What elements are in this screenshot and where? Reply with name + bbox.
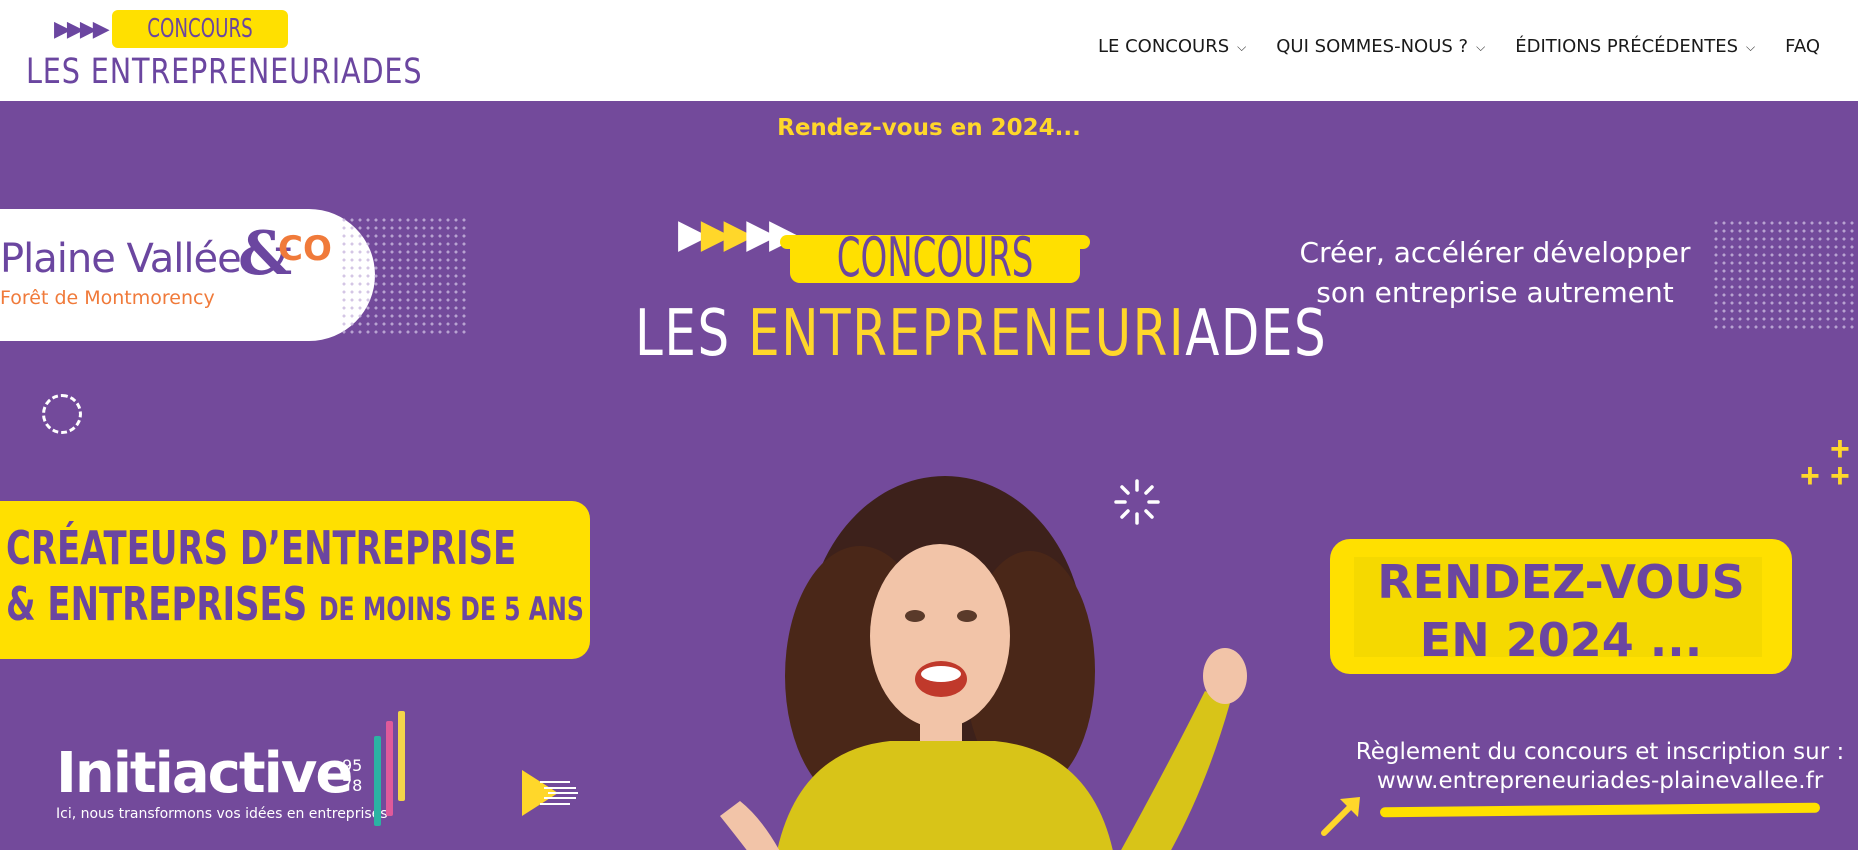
creators-line-2: & ENTREPRISES DE MOINS DE 5 ANS — [6, 577, 584, 631]
hero-tagline: Créer, accélérer développer son entrepri… — [1280, 233, 1710, 313]
rendez-vous-line: EN 2024 ... — [1419, 613, 1703, 667]
site-logo[interactable]: ▶▶▶▶ CONCOURS LES ENTREPRENEURIADES — [26, 8, 423, 94]
initiactive-tagline: Ici, nous transformons vos idées en entr… — [56, 806, 388, 822]
main-nav: LE CONCOURS ⌵ QUI SOMMES-NOUS ? ⌵ ÉDITIO… — [1098, 36, 1820, 57]
hero-logo-name-part: ENTREPRENEURI — [748, 297, 1186, 371]
rendez-vous-line: RENDEZ-VOUS — [1377, 555, 1745, 609]
registration-line: Règlement du concours et inscription sur… — [1355, 739, 1845, 765]
announcement-text: Rendez-vous en 2024... — [777, 115, 1081, 141]
nav-label: FAQ — [1785, 36, 1820, 57]
hero-logo-name-part: LES — [635, 297, 749, 371]
rendez-vous-text: RENDEZ-VOUS EN 2024 ... — [1330, 553, 1792, 669]
arrow-up-right-icon — [1321, 797, 1360, 836]
nav-item-qui-sommes-nous[interactable]: QUI SOMMES-NOUS ? ⌵ — [1276, 36, 1485, 57]
initiactive-number: 78 — [342, 776, 363, 795]
hero-logo-concours: CONCOURS — [836, 226, 1034, 289]
dashed-circle-decoration — [42, 394, 82, 434]
dot-pattern-decoration — [1712, 219, 1858, 329]
registration-text: Règlement du concours et inscription sur… — [1340, 738, 1858, 796]
logo-name-text: LES ENTREPRENEURIADES — [26, 52, 423, 92]
woman-photo — [720, 476, 1247, 850]
plus-icon: + — [1830, 457, 1850, 495]
chevron-down-icon: ⌵ — [1746, 40, 1756, 54]
nav-item-faq[interactable]: FAQ — [1785, 36, 1820, 57]
nav-item-le-concours[interactable]: LE CONCOURS ⌵ — [1098, 36, 1246, 57]
chevron-down-icon: ⌵ — [1476, 40, 1486, 54]
plaine-vallee-co: CO — [278, 229, 332, 269]
play-arrow-icon — [522, 770, 578, 816]
nav-label: QUI SOMMES-NOUS ? — [1276, 36, 1469, 57]
creators-line-1: CRÉATEURS D’ENTREPRISE — [6, 521, 517, 575]
tagline-line: son entreprise autrement — [1316, 276, 1674, 309]
logo-arrows-icon: ▶▶▶▶▶ — [678, 212, 800, 256]
hero-logo-name: LES ENTREPRENEURIADES — [635, 297, 1326, 371]
color-bar-decoration — [398, 711, 405, 801]
color-bar-decoration — [386, 721, 393, 816]
plus-icon: + — [1800, 457, 1820, 495]
initiactive-numbers: 95 78 — [342, 756, 362, 796]
initiactive-logo-text: Initiactive — [56, 741, 353, 806]
registration-url[interactable]: www.entrepreneuriades-plainevallee.fr — [1340, 767, 1858, 796]
chevron-down-icon: ⌵ — [1237, 40, 1247, 54]
highlight-underline — [1379, 802, 1821, 818]
nav-item-editions-precedentes[interactable]: ÉDITIONS PRÉCÉDENTES ⌵ — [1515, 36, 1755, 57]
creators-line-2-big: & ENTREPRISES — [6, 577, 319, 631]
site-header: ▶▶▶▶ CONCOURS LES ENTREPRENEURIADES LE C… — [0, 0, 1858, 101]
logo-arrows-icon: ▶▶▶▶ — [54, 16, 110, 41]
plaine-vallee-subtitle: Forêt de Montmorency — [0, 287, 215, 309]
logo-concours-text: CONCOURS — [147, 14, 253, 44]
plaine-vallee-title: Plaine Vallée — [0, 236, 242, 282]
nav-label: LE CONCOURS — [1097, 36, 1230, 57]
dot-pattern-decoration — [340, 216, 470, 336]
color-bar-decoration — [374, 736, 381, 826]
initiactive-number: 95 — [342, 756, 363, 775]
hero-banner: Rendez-vous en 2024... Plaine Vallée & C… — [0, 101, 1858, 850]
creators-line-2-small: DE MOINS DE 5 ANS — [318, 590, 584, 628]
nav-label: ÉDITIONS PRÉCÉDENTES — [1515, 36, 1739, 57]
tagline-line: Créer, accélérer développer — [1299, 236, 1691, 269]
